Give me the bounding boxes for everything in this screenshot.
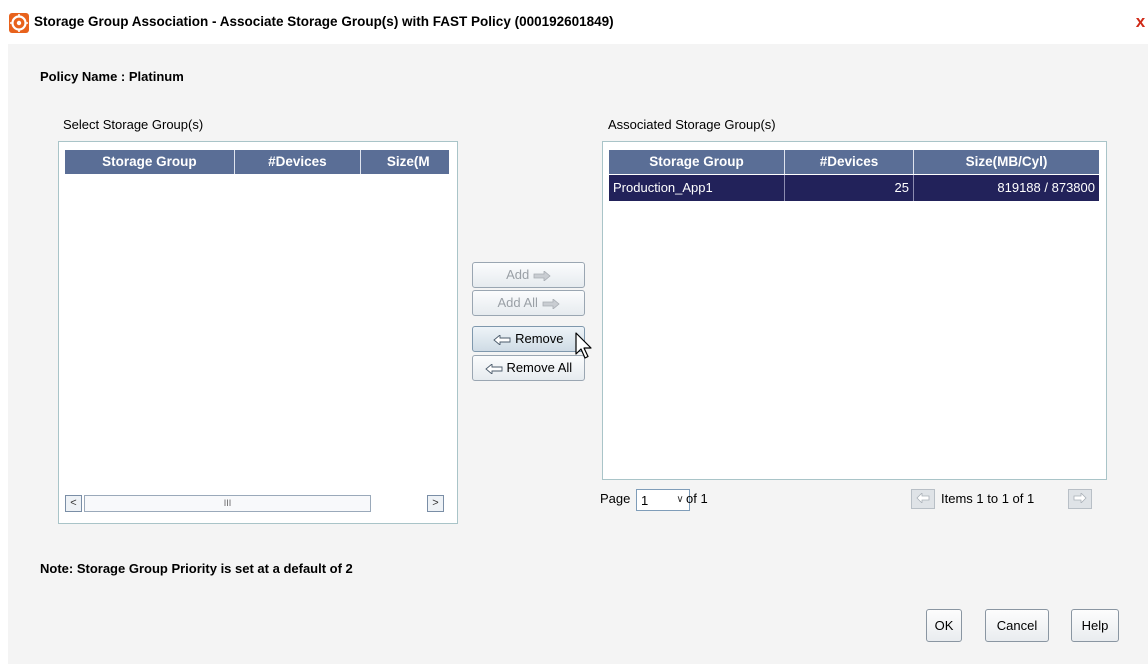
available-groups-header: Storage Group #Devices Size(M xyxy=(65,150,449,174)
window-title: Storage Group Association - Associate St… xyxy=(34,14,614,29)
page-count: of 1 xyxy=(686,491,708,506)
cancel-button[interactable]: Cancel xyxy=(985,609,1049,642)
horizontal-scrollbar[interactable]: < III > xyxy=(65,495,444,512)
policy-name: Policy Name : Platinum xyxy=(40,69,184,84)
arrow-left-icon xyxy=(493,334,511,345)
cell-size: 819188 / 873800 xyxy=(997,180,1095,195)
cell-storage-group: Production_App1 xyxy=(609,175,785,201)
close-button[interactable]: x xyxy=(1133,11,1148,33)
ok-button[interactable]: OK xyxy=(926,609,962,642)
scroll-right-button[interactable]: > xyxy=(427,495,444,512)
associated-groups-header: Storage Group #Devices Size(MB/Cyl) xyxy=(609,150,1099,174)
column-header-storage-group[interactable]: Storage Group xyxy=(609,150,785,174)
arrow-right-icon xyxy=(533,270,551,281)
help-button[interactable]: Help xyxy=(1071,609,1119,642)
add-all-button-label: Add All xyxy=(497,295,538,310)
add-button[interactable]: Add xyxy=(472,262,585,288)
title-bar: Storage Group Association - Associate St… xyxy=(0,0,1148,44)
column-header-storage-group[interactable]: Storage Group xyxy=(65,150,235,174)
remove-button[interactable]: Remove xyxy=(472,326,585,352)
arrow-right-icon xyxy=(1073,492,1087,504)
add-button-label: Add xyxy=(506,267,530,282)
chevron-down-icon: ∨ xyxy=(676,494,684,505)
page-label: Page xyxy=(600,491,631,506)
remove-all-button[interactable]: Remove All xyxy=(472,355,585,381)
cell-devices: 25 xyxy=(785,175,914,201)
scroll-thumb[interactable]: III xyxy=(84,495,371,512)
arrow-left-icon xyxy=(485,363,503,374)
app-icon xyxy=(9,13,29,33)
priority-note: Note: Storage Group Priority is set at a… xyxy=(40,561,353,576)
previous-page-button[interactable] xyxy=(911,489,935,509)
scroll-left-button[interactable]: < xyxy=(65,495,82,512)
next-page-button[interactable] xyxy=(1068,489,1092,509)
column-header-size[interactable]: Size(MB/Cyl) xyxy=(914,150,1099,174)
mouse-cursor-icon xyxy=(575,332,592,359)
column-header-size[interactable]: Size(M xyxy=(361,150,449,174)
column-header-devices[interactable]: #Devices xyxy=(235,150,361,174)
column-header-devices[interactable]: #Devices xyxy=(785,150,914,174)
arrow-left-icon xyxy=(916,492,930,504)
add-all-button[interactable]: Add All xyxy=(472,290,585,316)
associated-groups-table[interactable]: Storage Group #Devices Size(MB/Cyl) Prod… xyxy=(602,141,1107,480)
table-row[interactable]: Production_App1 25 819188 / 873800 xyxy=(609,175,1099,201)
associated-storage-groups-label: Associated Storage Group(s) xyxy=(608,117,776,132)
items-range: Items 1 to 1 of 1 xyxy=(941,491,1035,506)
select-storage-groups-label: Select Storage Group(s) xyxy=(63,117,204,132)
remove-button-label: Remove xyxy=(515,331,564,346)
arrow-right-icon xyxy=(542,298,560,309)
available-groups-table[interactable]: Storage Group #Devices Size(M < III > xyxy=(58,141,458,524)
page-select[interactable]: 1 ∨ xyxy=(636,489,690,511)
remove-all-button-label: Remove All xyxy=(506,360,573,375)
page-select-value: 1 xyxy=(641,493,649,508)
